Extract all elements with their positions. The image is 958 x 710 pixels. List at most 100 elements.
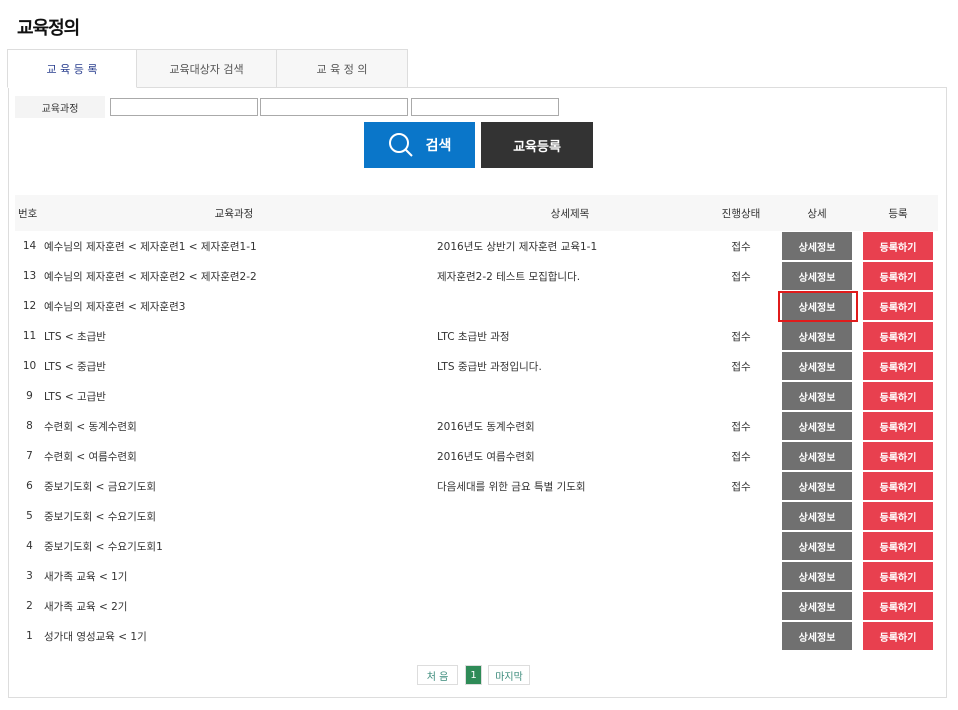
enroll-button[interactable]: 등록하기 (863, 442, 933, 470)
detail-info-button[interactable]: 상세정보 (782, 622, 852, 650)
detail-info-button[interactable]: 상세정보 (782, 412, 852, 440)
row-title (424, 501, 716, 531)
row-number: 7 (26, 450, 33, 462)
enroll-button[interactable]: 등록하기 (863, 532, 933, 560)
row-title: LTS 중급반 과정입니다. (437, 360, 542, 373)
enroll-button[interactable]: 등록하기 (863, 322, 933, 350)
enroll-button[interactable]: 등록하기 (863, 592, 933, 620)
table-row: 13 예수님의 제자훈련 < 제자훈련2 < 제자훈련2-2 제자훈련2-2 테… (15, 261, 938, 291)
detail-info-button[interactable]: 상세정보 (782, 532, 852, 560)
row-title (424, 381, 716, 411)
row-status (716, 531, 766, 561)
row-number: 5 (26, 510, 33, 522)
enroll-button[interactable]: 등록하기 (863, 352, 933, 380)
table-row: 10 LTS < 중급반 LTS 중급반 과정입니다. 접수 상세정보 등록하기 (15, 351, 938, 381)
detail-info-button[interactable]: 상세정보 (782, 322, 852, 350)
tab-education-definition[interactable]: 교 육 정 의 (276, 49, 408, 88)
enroll-button[interactable]: 등록하기 (863, 382, 933, 410)
row-title (424, 621, 716, 651)
detail-info-button[interactable]: 상세정보 (782, 442, 852, 470)
row-status: 접수 (731, 330, 751, 343)
row-number: 3 (26, 570, 33, 582)
first-page-button[interactable]: 처 음 (417, 665, 458, 685)
row-number: 9 (26, 390, 33, 402)
row-status (716, 621, 766, 651)
row-number: 10 (22, 360, 37, 372)
row-number: 11 (22, 330, 37, 342)
row-title: LTC 초급반 과정 (437, 330, 510, 343)
row-status: 접수 (731, 450, 751, 463)
detail-info-button[interactable]: 상세정보 (782, 562, 852, 590)
search-icon (388, 133, 413, 157)
row-course: 새가족 교육 < 2기 (44, 600, 128, 613)
enroll-button[interactable]: 등록하기 (863, 262, 933, 290)
detail-info-button[interactable]: 상세정보 (782, 292, 852, 320)
row-course: 중보기도회 < 수요기도회 (44, 510, 157, 523)
row-status (716, 591, 766, 621)
row-title: 다음세대를 위한 금요 특별 기도회 (437, 480, 586, 493)
page-1-button[interactable]: 1 (465, 665, 482, 685)
row-number: 8 (26, 420, 33, 432)
tab-target-search[interactable]: 교육대상자 검색 (136, 49, 277, 88)
search-button[interactable]: 검색 (364, 122, 475, 168)
row-title: 2016년도 여름수련회 (437, 450, 535, 463)
header-number: 번호 (15, 195, 44, 231)
detail-info-button[interactable]: 상세정보 (782, 472, 852, 500)
row-number: 2 (26, 600, 33, 612)
detail-info-button[interactable]: 상세정보 (782, 262, 852, 290)
course-input-2[interactable] (260, 98, 408, 116)
table-row: 2 새가족 교육 < 2기 상세정보 등록하기 (15, 591, 938, 621)
row-number: 13 (22, 270, 37, 282)
table-row: 14 예수님의 제자훈련 < 제자훈련1 < 제자훈련1-1 2016년도 상반… (15, 231, 938, 261)
tab-education-register[interactable]: 교 육 등 록 (7, 49, 137, 88)
enroll-button[interactable]: 등록하기 (863, 292, 933, 320)
row-course: 수련회 < 여름수련회 (44, 450, 137, 463)
course-input-1[interactable] (110, 98, 258, 116)
row-number: 6 (26, 480, 33, 492)
tab-bar: 교 육 등 록 교육대상자 검색 교 육 정 의 (7, 49, 408, 88)
table-row: 12 예수님의 제자훈련 < 제자훈련3 상세정보 등록하기 (15, 291, 938, 321)
education-register-button[interactable]: 교육등록 (481, 122, 593, 168)
row-course: 새가족 교육 < 1기 (44, 570, 128, 583)
row-course: LTS < 초급반 (44, 330, 106, 343)
row-title: 제자훈련2-2 테스트 모집합니다. (437, 270, 581, 283)
table-row: 5 중보기도회 < 수요기도회 상세정보 등록하기 (15, 501, 938, 531)
enroll-button[interactable]: 등록하기 (863, 232, 933, 260)
detail-info-button[interactable]: 상세정보 (782, 382, 852, 410)
enroll-button[interactable]: 등록하기 (863, 562, 933, 590)
row-course: 중보기도회 < 금요기도회 (44, 480, 157, 493)
detail-info-button[interactable]: 상세정보 (782, 592, 852, 620)
detail-info-button[interactable]: 상세정보 (782, 352, 852, 380)
row-title (424, 531, 716, 561)
enroll-button[interactable]: 등록하기 (863, 472, 933, 500)
row-status (716, 291, 766, 321)
row-status (716, 381, 766, 411)
row-number: 4 (26, 540, 33, 552)
header-detail: 상세 (766, 195, 858, 231)
table-row: 6 중보기도회 < 금요기도회 다음세대를 위한 금요 특별 기도회 접수 상세… (15, 471, 938, 501)
education-table: 번호 교육과정 상세제목 진행상태 상세 등록 14 예수님의 제자훈련 < 제… (15, 195, 938, 651)
row-course: 예수님의 제자훈련 < 제자훈련3 (44, 300, 186, 313)
course-input-3[interactable] (411, 98, 559, 116)
enroll-button[interactable]: 등록하기 (863, 412, 933, 440)
row-status: 접수 (731, 240, 751, 253)
table-row: 8 수련회 < 동계수련회 2016년도 동계수련회 접수 상세정보 등록하기 (15, 411, 938, 441)
table-row: 11 LTS < 초급반 LTC 초급반 과정 접수 상세정보 등록하기 (15, 321, 938, 351)
table-row: 7 수련회 < 여름수련회 2016년도 여름수련회 접수 상세정보 등록하기 (15, 441, 938, 471)
table-row: 9 LTS < 고급반 상세정보 등록하기 (15, 381, 938, 411)
row-course: 예수님의 제자훈련 < 제자훈련1 < 제자훈련1-1 (44, 240, 257, 253)
enroll-button[interactable]: 등록하기 (863, 502, 933, 530)
detail-info-button[interactable]: 상세정보 (782, 502, 852, 530)
header-status: 진행상태 (716, 195, 766, 231)
enroll-button[interactable]: 등록하기 (863, 622, 933, 650)
header-title: 상세제목 (424, 195, 716, 231)
course-label: 교육과정 (15, 96, 105, 118)
row-course: 예수님의 제자훈련 < 제자훈련2 < 제자훈련2-2 (44, 270, 257, 283)
header-register: 등록 (858, 195, 938, 231)
row-title (424, 591, 716, 621)
detail-info-button[interactable]: 상세정보 (782, 232, 852, 260)
row-course: 성가대 영성교육 < 1기 (44, 630, 147, 643)
row-status: 접수 (731, 420, 751, 433)
last-page-button[interactable]: 마지막 (488, 665, 530, 685)
row-status (716, 501, 766, 531)
